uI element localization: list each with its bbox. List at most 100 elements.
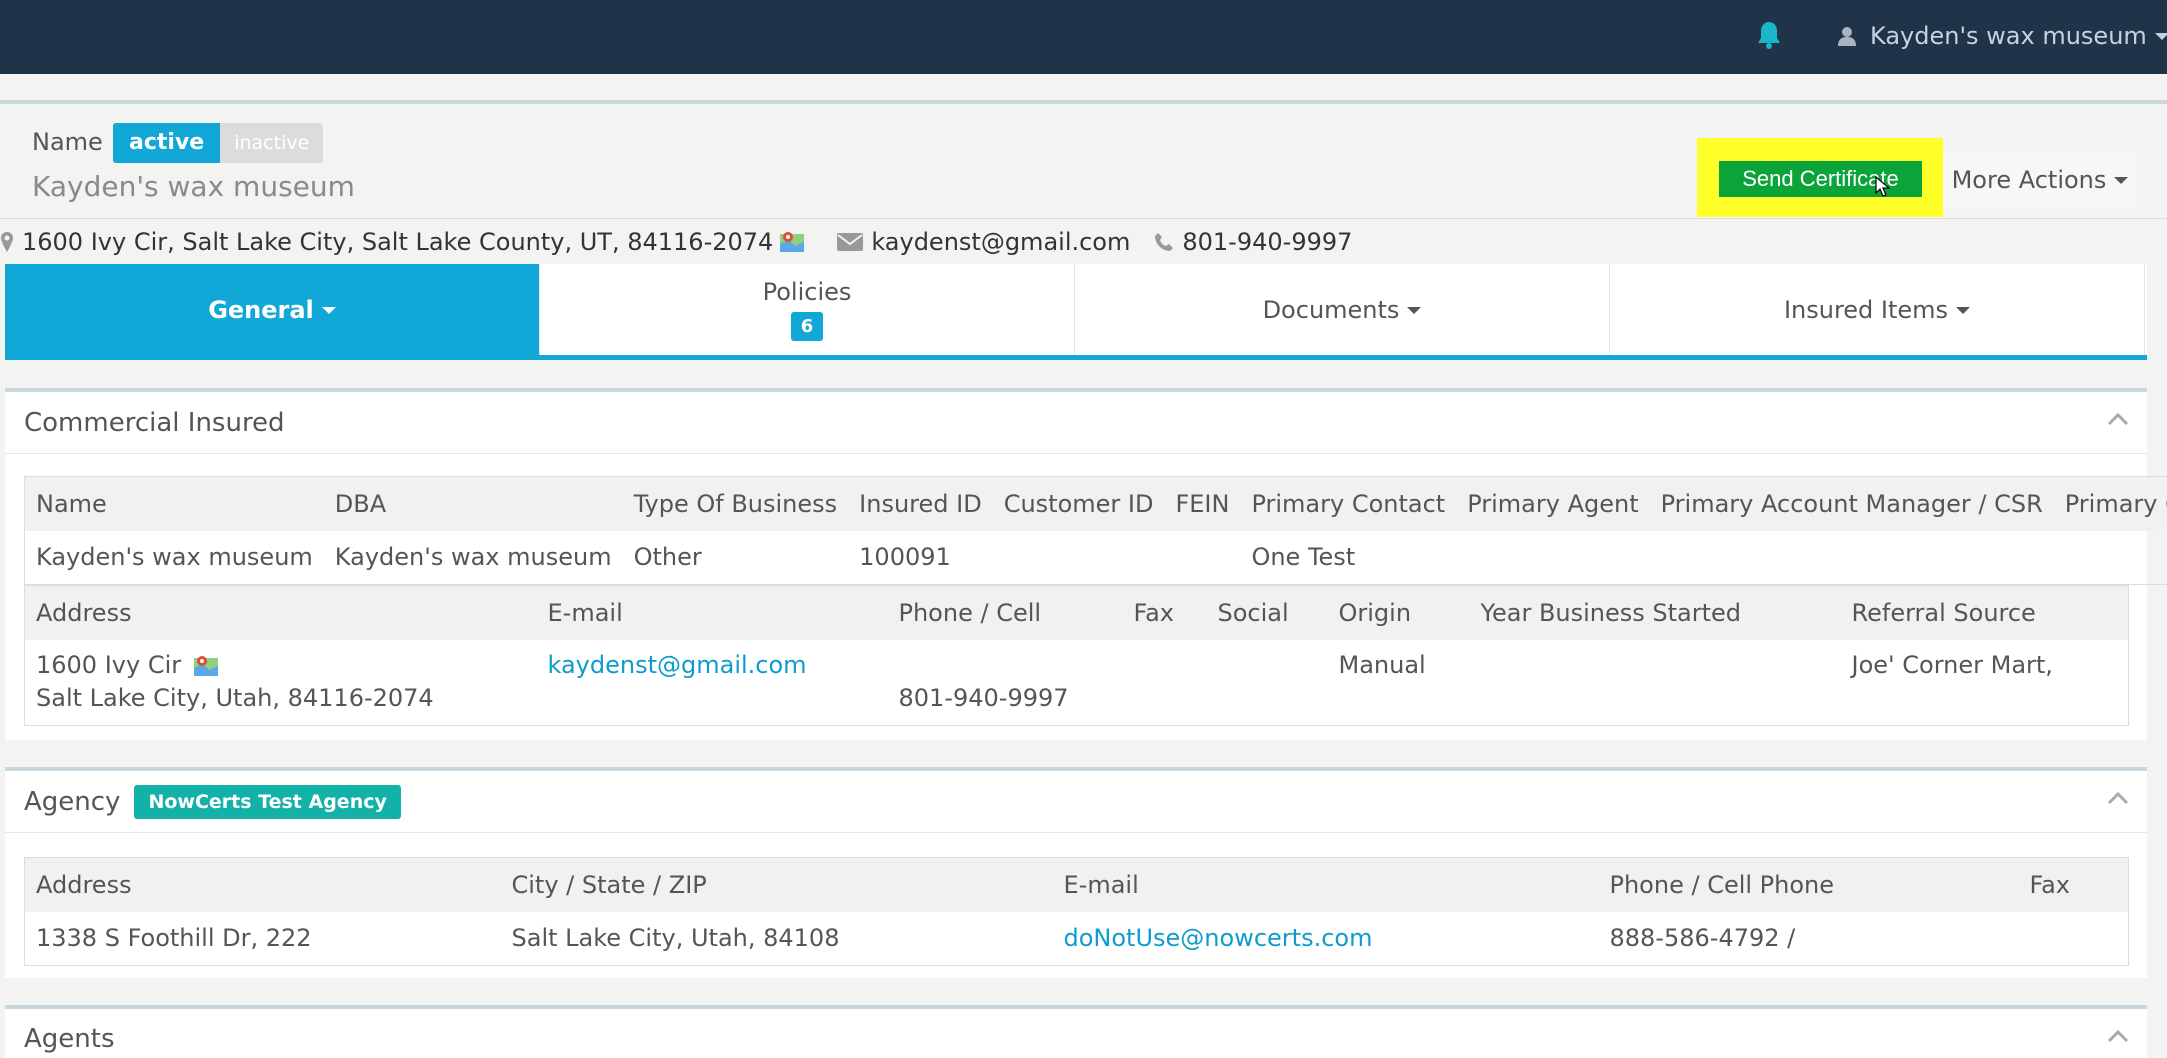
agents-panel: Agents <box>5 1005 2147 1058</box>
table-cell: Salt Lake City, Utah, 84108 <box>511 924 840 953</box>
tab-documents-label: Documents <box>1262 295 1400 324</box>
tab-policies[interactable]: Policies 6 <box>540 264 1075 355</box>
table-cell <box>993 531 1165 585</box>
table-header-row: Name DBA Type Of Business Insured ID Cus… <box>24 476 2167 531</box>
agency-badge: NowCerts Test Agency <box>134 784 401 819</box>
email-cell: doNotUse@nowcerts.com <box>1053 912 1599 966</box>
panel-title: Agents <box>24 1024 115 1054</box>
status-inactive-button[interactable]: inactive <box>220 123 324 163</box>
email-cell: kaydenst@gmail.com <box>537 640 888 726</box>
table-header-row: Address City / State / ZIP E-mail Phone … <box>24 857 2129 912</box>
table-cell <box>1650 531 2054 585</box>
address-line-2: Salt Lake City, Utah, 84116-2074 <box>36 684 434 713</box>
column-header: Fax <box>1122 585 1207 640</box>
email-link[interactable]: kaydenst@gmail.com <box>548 651 807 679</box>
panel-header: Commercial Insured <box>5 392 2147 454</box>
contact-bar: 1600 Ivy Cir, Salt Lake City, Salt Lake … <box>0 218 2167 264</box>
contact-phone-text: 801-940-9997 <box>1182 227 1353 256</box>
table-cell: 888-586-4792 / <box>1609 924 1796 953</box>
commercial-insured-panel: Commercial Insured Name DBA Type Of Busi… <box>5 388 2167 740</box>
column-header: Phone / Cell <box>887 585 1123 640</box>
origin-cell: Manual <box>1338 650 1426 679</box>
name-label: Name <box>32 128 103 156</box>
policies-count-badge: 6 <box>790 312 824 341</box>
tab-insured-items[interactable]: Insured Items <box>1610 264 2145 355</box>
commercial-table-1: Name DBA Type Of Business Insured ID Cus… <box>24 476 2167 585</box>
map-icon[interactable] <box>193 654 219 678</box>
user-menu[interactable]: Kayden's wax museum <box>1838 18 2167 54</box>
chevron-down-icon <box>2114 176 2129 184</box>
column-header: City / State / ZIP <box>500 857 1053 912</box>
column-header: E-mail <box>536 585 888 640</box>
column-header: Address <box>24 857 501 912</box>
table-cell <box>2019 912 2129 966</box>
column-header: Social <box>1206 585 1328 640</box>
chevron-down-icon <box>321 307 336 314</box>
tab-policies-label: Policies <box>762 278 852 306</box>
tab-documents[interactable]: Documents <box>1075 264 1610 355</box>
panel-header: Agency NowCerts Test Agency <box>5 771 2147 833</box>
email-link[interactable]: doNotUse@nowcerts.com <box>1064 924 1373 952</box>
contact-email-text: kaydenst@gmail.com <box>871 227 1131 256</box>
table-cell: Kayden's wax museum <box>334 543 612 572</box>
contact-address-text: 1600 Ivy Cir, Salt Lake City, Salt Lake … <box>22 227 774 256</box>
status-active-button[interactable]: active <box>113 123 221 163</box>
table-row: Kayden's wax museum Kayden's wax museum … <box>25 531 2167 585</box>
table-cell: Other <box>633 543 702 572</box>
chevron-up-icon[interactable] <box>2107 412 2129 426</box>
chevron-down-icon <box>2154 32 2167 40</box>
fax-cell <box>1123 640 1207 726</box>
column-header: Year Business Started <box>1469 585 1841 640</box>
table-header-row: Address E-mail Phone / Cell Fax Social O… <box>24 585 2129 640</box>
more-actions-button[interactable]: More Actions <box>1943 152 2137 208</box>
column-header: Name <box>24 476 324 531</box>
table-row: 1600 Ivy Cir Salt Lake City, Utah, 84116… <box>25 640 2129 726</box>
column-header: Address <box>24 585 537 640</box>
column-header: Origin <box>1327 585 1470 640</box>
table-cell <box>2054 531 2167 585</box>
year-started-cell <box>1470 640 1841 726</box>
phone-line-2: 801-940-9997 <box>898 684 1069 713</box>
panel-header: Agents <box>5 1009 2147 1058</box>
user-name: Kayden's wax museum <box>1870 22 2147 50</box>
column-header: DBA <box>323 476 623 531</box>
table-cell <box>1456 531 1649 585</box>
commercial-table-2: Address E-mail Phone / Cell Fax Social O… <box>24 585 2129 726</box>
table-cell: Kayden's wax museum <box>36 543 313 572</box>
column-header: Phone / Cell Phone <box>1598 857 2019 912</box>
chevron-up-icon[interactable] <box>2107 1029 2129 1043</box>
phone-icon <box>1155 232 1174 251</box>
main-tabs: General Policies 6 Documents Insured Ite… <box>5 264 2147 360</box>
table-cell <box>1164 531 1240 585</box>
column-header: FEIN <box>1164 476 1241 531</box>
send-certificate-button[interactable]: Send Certificate <box>1719 161 1922 197</box>
mouse-cursor-icon <box>1875 176 1891 197</box>
table-cell: 100091 <box>859 543 951 572</box>
panel-title: Commercial Insured <box>24 407 285 438</box>
address-cell: 1600 Ivy Cir Salt Lake City, Utah, 84116… <box>25 640 537 726</box>
bell-icon[interactable] <box>1756 20 1784 52</box>
map-pin-icon <box>1 231 13 252</box>
envelope-icon <box>837 232 864 251</box>
insured-name: Kayden's wax museum <box>32 170 355 203</box>
phone-cell: 801-940-9997 <box>888 640 1123 726</box>
column-header: Primary Account Manager / CSR <box>1649 476 2054 531</box>
top-navbar: Kayden's wax museum <box>0 0 2167 74</box>
column-header: E-mail <box>1052 857 1599 912</box>
map-icon[interactable] <box>779 230 805 254</box>
address-line-1: 1600 Ivy Cir <box>36 651 182 680</box>
agency-table: Address City / State / ZIP E-mail Phone … <box>24 857 2129 966</box>
referral-cell: Joe' Corner Mart, <box>1851 650 2053 679</box>
table-cell: 1338 S Foothill Dr, 222 <box>36 924 312 953</box>
more-actions-label: More Actions <box>1951 166 2107 194</box>
social-cell <box>1207 640 1328 726</box>
tab-general[interactable]: General <box>5 264 540 355</box>
panel-title: Agency <box>24 786 121 817</box>
column-header: Fax <box>2018 857 2129 912</box>
column-header: Primary Agent <box>1456 476 1650 531</box>
column-header: Insured ID <box>848 476 993 531</box>
contact-phone: 801-940-9997 <box>1154 228 1352 256</box>
chevron-up-icon[interactable] <box>2107 791 2129 805</box>
chevron-down-icon <box>1407 307 1422 314</box>
column-header: Referral Source <box>1840 585 2129 640</box>
